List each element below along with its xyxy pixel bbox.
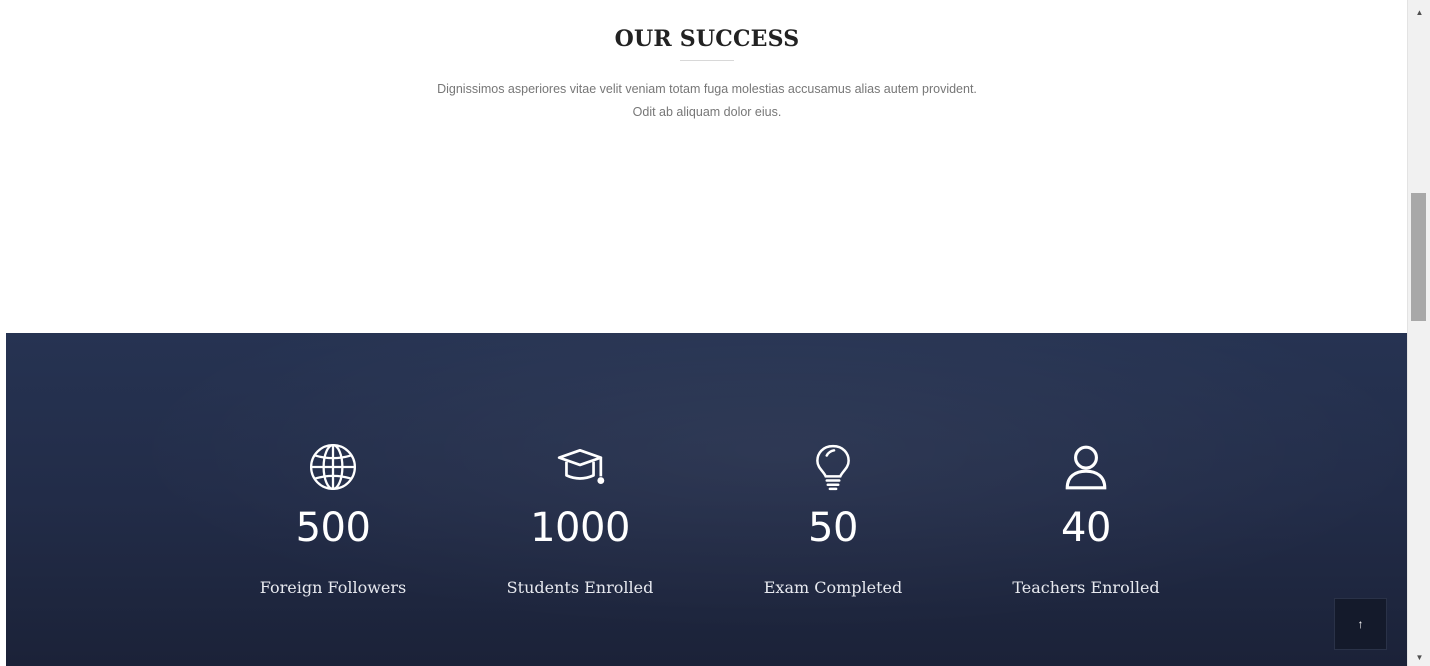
counter-band: 500 Foreign Followers 1000 Students Enro… (6, 333, 1407, 666)
counter-label: Teachers Enrolled (1012, 578, 1160, 597)
graduation-cap-icon (460, 443, 700, 491)
section-title: OUR SUCCESS (614, 26, 800, 52)
counter-value: 40 (1061, 505, 1111, 551)
scroll-down-arrow-icon[interactable]: ▼ (1408, 649, 1430, 666)
user-icon (966, 443, 1206, 491)
counter-foreign-followers: 500 Foreign Followers (213, 333, 453, 666)
counter-label: Exam Completed (763, 578, 903, 597)
vertical-scrollbar[interactable]: ▲ ▼ (1407, 0, 1430, 666)
counter-value: 1000 (530, 505, 630, 551)
counter-label: Students Enrolled (506, 578, 654, 597)
lightbulb-icon (713, 443, 953, 491)
counter-exam-completed: 50 Exam Completed (713, 333, 953, 666)
scroll-up-arrow-icon[interactable]: ▲ (1408, 4, 1430, 21)
globe-icon (213, 443, 453, 491)
counter-students-enrolled: 1000 Students Enrolled (460, 333, 700, 666)
section-subtitle: Dignissimos asperiores vitae velit venia… (437, 82, 977, 119)
our-success-section: OUR SUCCESS Dignissimos asperiores vitae… (0, 0, 1407, 333)
back-to-top-button[interactable]: ↑ (1334, 598, 1387, 650)
scrollbar-thumb[interactable] (1411, 193, 1426, 321)
counter-teachers-enrolled: 40 Teachers Enrolled (966, 333, 1206, 666)
arrow-up-icon: ↑ (1357, 617, 1364, 631)
page: OUR SUCCESS Dignissimos asperiores vitae… (0, 0, 1407, 666)
title-underline (680, 60, 734, 61)
counter-label: Foreign Followers (259, 578, 407, 597)
counter-value: 500 (295, 505, 371, 551)
counter-value: 50 (808, 505, 858, 551)
